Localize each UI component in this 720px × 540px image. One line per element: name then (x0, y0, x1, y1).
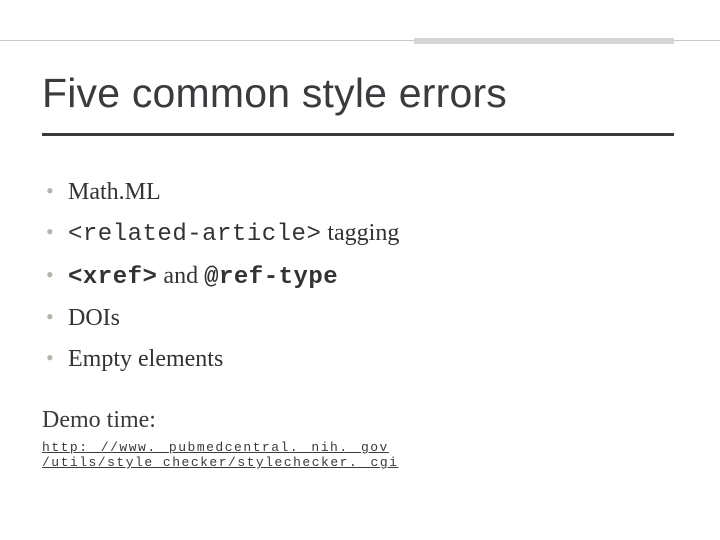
bullet-item-xref: <xref> and @ref-type (42, 259, 674, 296)
bullet-text: Math.ML (68, 179, 161, 205)
slide: Five common style errors Math.ML <relate… (0, 0, 720, 540)
bullet-text: DOIs (68, 305, 120, 331)
demo-section: Demo time: http: //www. pubmedcentral. n… (42, 407, 674, 473)
slide-body: Math.ML <related-article> tagging <xref>… (42, 175, 674, 473)
bullet-text: and (157, 263, 204, 289)
code-xref: <xref> (68, 264, 157, 291)
bullet-item-dois: DOIs (42, 301, 674, 336)
bullet-item-related-article: <related-article> tagging (42, 216, 674, 253)
bullet-text: Empty elements (68, 346, 223, 372)
code-related-article: <related-article> (68, 221, 321, 248)
title-container: Five common style errors (42, 70, 674, 136)
code-ref-type: @ref-type (204, 264, 338, 291)
demo-label: Demo time: (42, 407, 674, 434)
bullet-text: tagging (321, 220, 399, 246)
bullet-item-mathml: Math.ML (42, 175, 674, 210)
slide-title: Five common style errors (42, 70, 674, 117)
bullet-list: Math.ML <related-article> tagging <xref>… (42, 175, 674, 377)
demo-url-link[interactable]: http: //www. pubmedcentral. nih. gov /ut… (42, 440, 674, 470)
bullet-item-empty-elements: Empty elements (42, 342, 674, 377)
top-rule (0, 38, 720, 44)
top-rule-thick (414, 38, 674, 44)
